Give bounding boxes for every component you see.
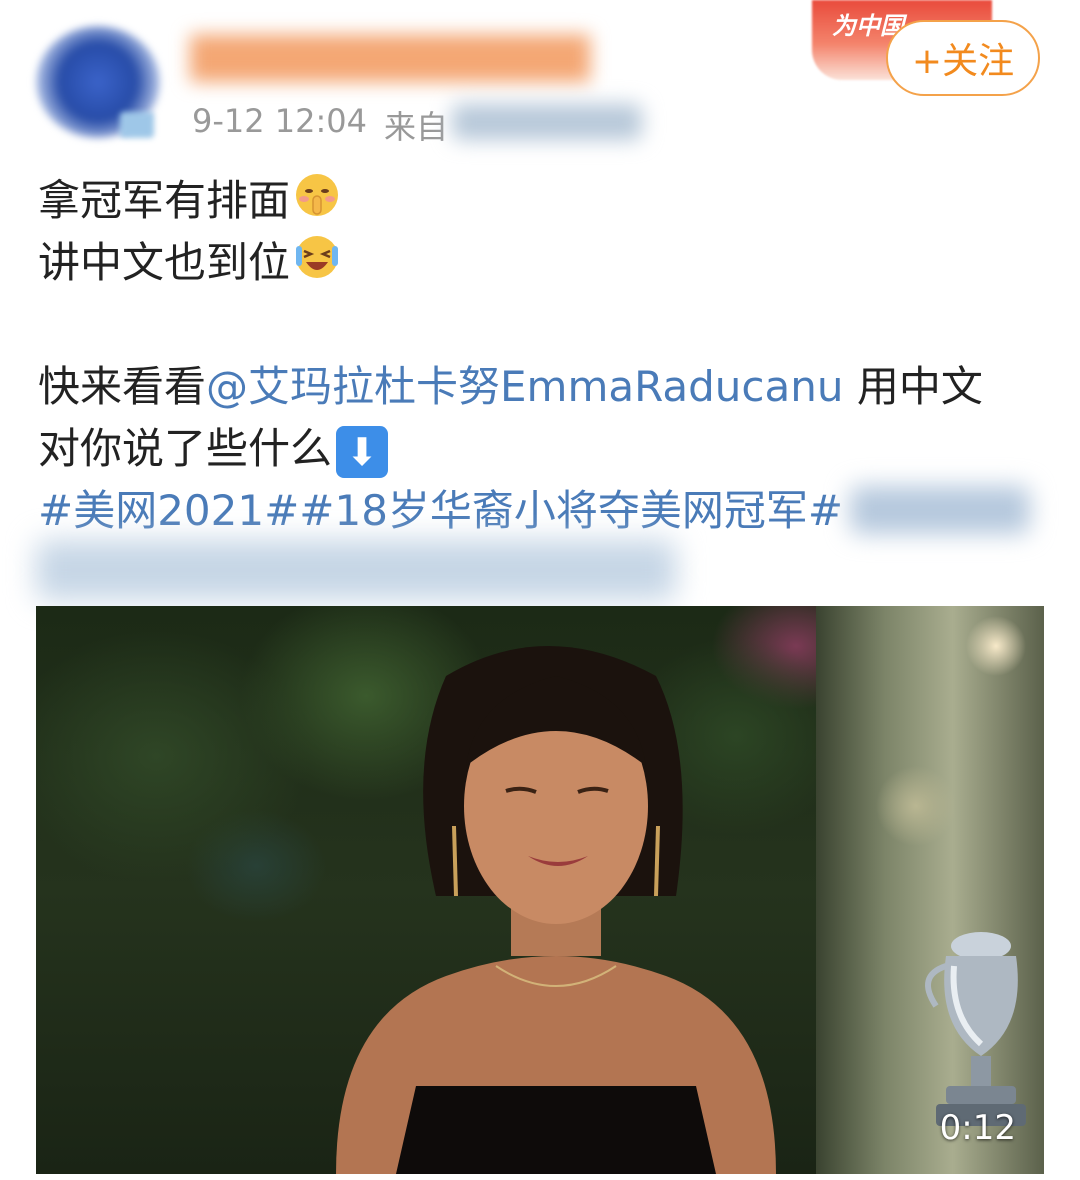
trophy-image <box>925 932 1026 1126</box>
follow-button[interactable]: +关注 <box>886 20 1040 96</box>
video-player[interactable]: 0:12 <box>36 606 1044 1174</box>
username-blurred[interactable]: █████████████ <box>190 34 720 84</box>
video-duration: 0:12 <box>939 1108 1016 1148</box>
post-line-1: 拿冠军有排面 <box>38 170 1048 232</box>
post-line-3: 快来看看@艾玛拉杜卡努EmmaRaducanu 用中文 <box>38 356 1048 418</box>
down-arrow-emoji-icon: ⬇ <box>336 425 389 478</box>
post-source-blurred <box>452 104 642 140</box>
post-line-2: 讲中文也到位 <box>38 232 1048 294</box>
post-line-4: 对你说了些什么 ⬇ <box>38 418 1048 480</box>
post-text-line-4: 对你说了些什么 <box>38 424 333 473</box>
shush-emoji-icon <box>294 172 340 235</box>
laughing-emoji-icon <box>294 234 340 297</box>
link-blurred <box>36 540 676 600</box>
hashtag-link-1[interactable]: #美网2021# <box>38 486 299 535</box>
verified-badge-icon <box>120 112 154 138</box>
post-source-label: 来自 <box>384 108 449 146</box>
post-text-line-1: 拿冠军有排面 <box>38 176 291 225</box>
hashtag-blurred <box>850 486 1030 534</box>
post-header: █████████████ 9-12 12:04 来自 为中国 +关注 <box>0 0 1080 160</box>
hashtag-link-2[interactable]: #18岁华裔小将夺美网冠军# <box>299 486 843 535</box>
mention-link[interactable]: @艾玛拉杜卡努EmmaRaducanu <box>206 362 843 411</box>
post-text-line-3-prefix: 快来看看 <box>38 362 207 411</box>
post-time: 9-12 12:04 <box>192 102 368 140</box>
post-text-line-2: 讲中文也到位 <box>38 238 291 287</box>
post-text-line-3-suffix: 用中文 <box>843 362 983 411</box>
speaker-figure <box>336 646 776 1174</box>
